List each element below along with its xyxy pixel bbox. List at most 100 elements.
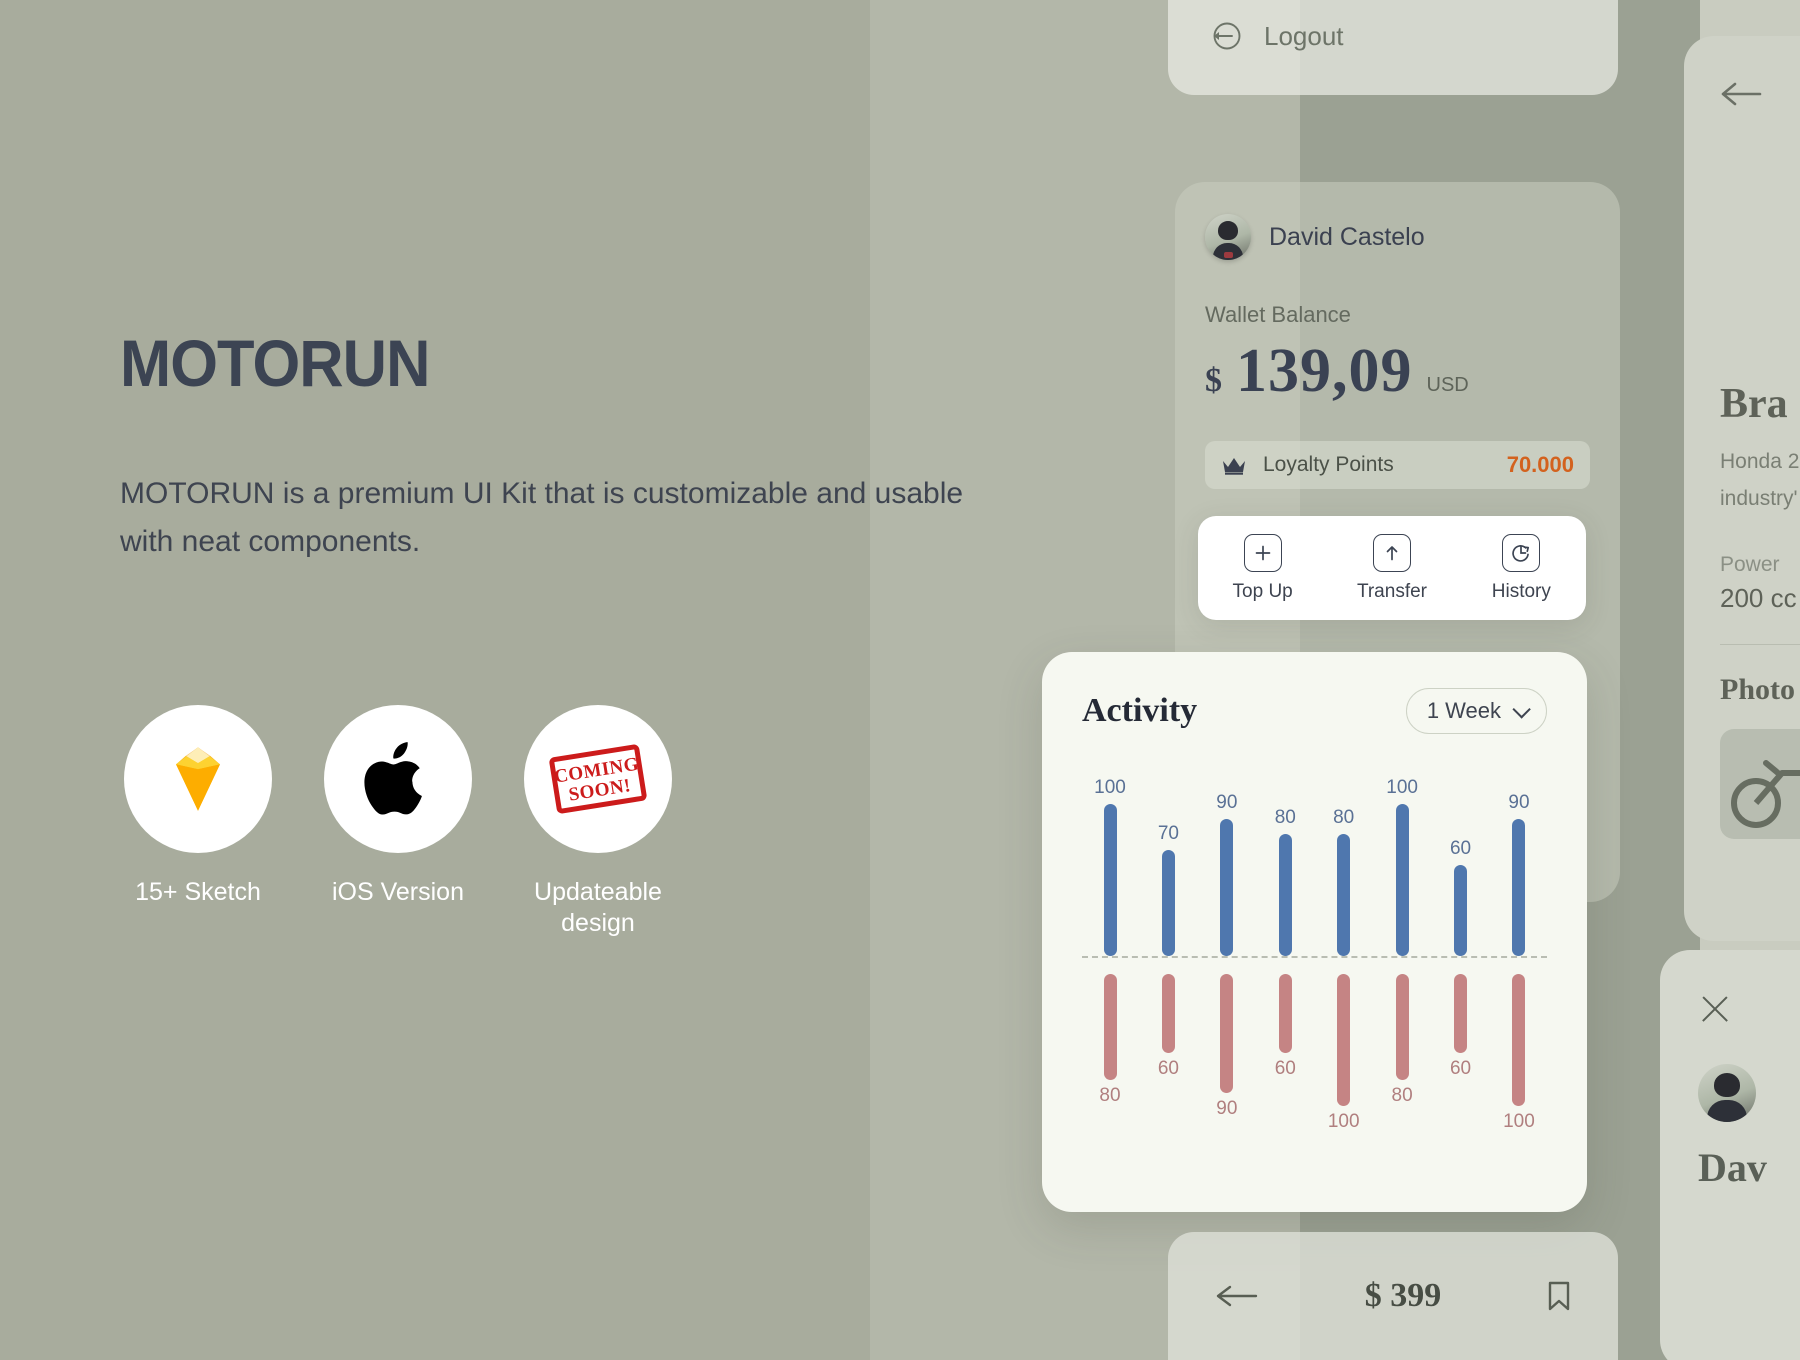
- bar-income: [1454, 864, 1468, 956]
- bar-value-label: 90: [1508, 792, 1530, 814]
- wallet-currency-unit: USD: [1426, 374, 1469, 396]
- time-range-label: 1 Week: [1426, 698, 1501, 723]
- bar-value-label: 80: [1333, 807, 1355, 829]
- time-range-selector[interactable]: 1 Week: [1405, 688, 1547, 734]
- chart-column-bottom: 100: [1322, 956, 1366, 1160]
- action-label: Top Up: [1232, 580, 1293, 602]
- chart-column: 60 60: [1439, 770, 1483, 1160]
- action-label: Transfer: [1356, 580, 1427, 602]
- chart-column: 100 80: [1088, 770, 1132, 1160]
- bar-income: [1220, 819, 1234, 956]
- bar-income: [1395, 804, 1409, 956]
- history-button[interactable]: History: [1466, 533, 1576, 603]
- top-up-button[interactable]: Top Up: [1208, 533, 1318, 603]
- bar-value-label: 70: [1157, 822, 1179, 844]
- chart-column-bottom: 80: [1380, 956, 1424, 1160]
- loyalty-points-label: Loyalty Points: [1263, 453, 1394, 476]
- logout-icon: [1213, 22, 1241, 50]
- arrow-up-icon: [1372, 533, 1411, 572]
- chart-column-top: 90: [1497, 770, 1541, 956]
- bar-income: [1512, 819, 1526, 956]
- feature-list: 15+ Sketch iOS Version COMING SOON! Upda…: [118, 705, 678, 940]
- loyalty-points-row[interactable]: Loyalty Points 70.000: [1205, 441, 1590, 489]
- coming-soon-stamp-icon: COMING SOON!: [549, 744, 647, 814]
- back-arrow-icon[interactable]: [1720, 80, 1764, 110]
- feature-item-ios[interactable]: iOS Version: [318, 705, 478, 940]
- bar-value-label: 100: [1503, 1111, 1535, 1132]
- logout-card[interactable]: Logout: [1168, 0, 1618, 95]
- feature-label: Updateable design: [534, 878, 662, 938]
- motorcycle-detail-card: Bra Honda 2 industry' Power 200 cc Photo: [1684, 36, 1800, 941]
- bar-value-label: 90: [1216, 1097, 1238, 1119]
- bar-value-label: 80: [1274, 807, 1296, 829]
- motorcycle-photo-thumbnail[interactable]: [1720, 729, 1800, 840]
- bar-value-label: 100: [1094, 777, 1126, 798]
- background-panel-left: [0, 0, 870, 1360]
- bar-expense: [1337, 974, 1351, 1106]
- avatar: [1698, 1064, 1756, 1122]
- chart-column-top: 70: [1146, 770, 1190, 956]
- bar-expense: [1395, 974, 1409, 1080]
- chart-column-bottom: 100: [1497, 956, 1541, 1160]
- logout-label: Logout: [1264, 20, 1344, 51]
- logout-row[interactable]: Logout: [1208, 19, 1344, 53]
- bookmark-icon[interactable]: [1546, 1280, 1572, 1312]
- wallet-user-name: David Castelo: [1269, 222, 1425, 251]
- detail-spec-value: 200 cc: [1720, 583, 1797, 614]
- plus-icon: [1243, 533, 1282, 572]
- close-icon[interactable]: [1698, 992, 1732, 1026]
- bar-value-label: 60: [1449, 1058, 1472, 1080]
- feature-item-updateable[interactable]: COMING SOON! Updateable design: [518, 705, 678, 940]
- feature-icon-circle: [124, 705, 272, 853]
- bar-expense: [1278, 974, 1292, 1054]
- bar-income: [1161, 849, 1175, 956]
- wallet-user-row[interactable]: David Castelo: [1205, 214, 1590, 260]
- transfer-button[interactable]: Transfer: [1337, 533, 1447, 603]
- detail-spec-label: Power: [1720, 553, 1780, 577]
- bar-income: [1337, 834, 1351, 956]
- profile-name: Dav: [1698, 1145, 1767, 1190]
- chart-column-bottom: 80: [1088, 956, 1132, 1160]
- chart-column: 70 60: [1146, 770, 1190, 1160]
- bar-value-label: 80: [1391, 1084, 1413, 1106]
- chart-column: 90 90: [1205, 770, 1249, 1160]
- detail-description-line2: industry': [1720, 486, 1798, 510]
- price-bottom-bar: $ 399: [1168, 1232, 1618, 1360]
- activity-title: Activity: [1082, 692, 1198, 729]
- bar-expense: [1512, 974, 1526, 1106]
- wallet-actions-card: Top Up Transfer History: [1198, 516, 1586, 620]
- detail-title: Bra: [1720, 381, 1788, 427]
- bar-value-label: 60: [1157, 1058, 1179, 1080]
- bar-expense: [1220, 974, 1234, 1093]
- page-title: MOTORUN: [120, 326, 430, 400]
- chart-column: 80 100: [1322, 770, 1366, 1160]
- chart-column-top: 100: [1380, 770, 1424, 956]
- feature-icon-circle: [324, 705, 472, 853]
- chart-column-bottom: 60: [1439, 956, 1483, 1160]
- bar-expense: [1161, 974, 1175, 1054]
- bar-value-label: 60: [1449, 837, 1472, 859]
- sketch-diamond-icon: [176, 747, 220, 811]
- avatar: [1205, 214, 1251, 260]
- feature-icon-circle: COMING SOON!: [524, 705, 672, 853]
- chart-column-top: 60: [1439, 770, 1483, 956]
- history-clock-icon: [1502, 533, 1541, 572]
- chart-column-top: 90: [1205, 770, 1249, 956]
- wallet-amount: 139,09: [1236, 337, 1413, 405]
- loyalty-points-value: 70.000: [1506, 452, 1574, 477]
- chart-columns: 100 80 70 60 90 90 80 60 80 100 100 80 60 60 90 100: [1082, 770, 1547, 1160]
- detail-divider: [1720, 644, 1800, 646]
- chart-column-top: 100: [1088, 770, 1132, 956]
- wallet-balance-label: Wallet Balance: [1205, 302, 1351, 327]
- feature-label: 15+ Sketch: [135, 878, 261, 906]
- bar-value-label: 80: [1099, 1084, 1121, 1106]
- bar-expense: [1103, 974, 1117, 1080]
- feature-item-sketch[interactable]: 15+ Sketch: [118, 705, 278, 940]
- bar-value-label: 100: [1386, 777, 1418, 798]
- chart-column: 90 100: [1497, 770, 1541, 1160]
- action-label: History: [1491, 580, 1551, 602]
- bar-expense: [1454, 974, 1468, 1054]
- chart-column: 100 80: [1380, 770, 1424, 1160]
- activity-chart: 100 80 70 60 90 90 80 60 80 100 100 80 60 60 90 100: [1082, 770, 1547, 1160]
- back-arrow-icon[interactable]: [1214, 1283, 1260, 1309]
